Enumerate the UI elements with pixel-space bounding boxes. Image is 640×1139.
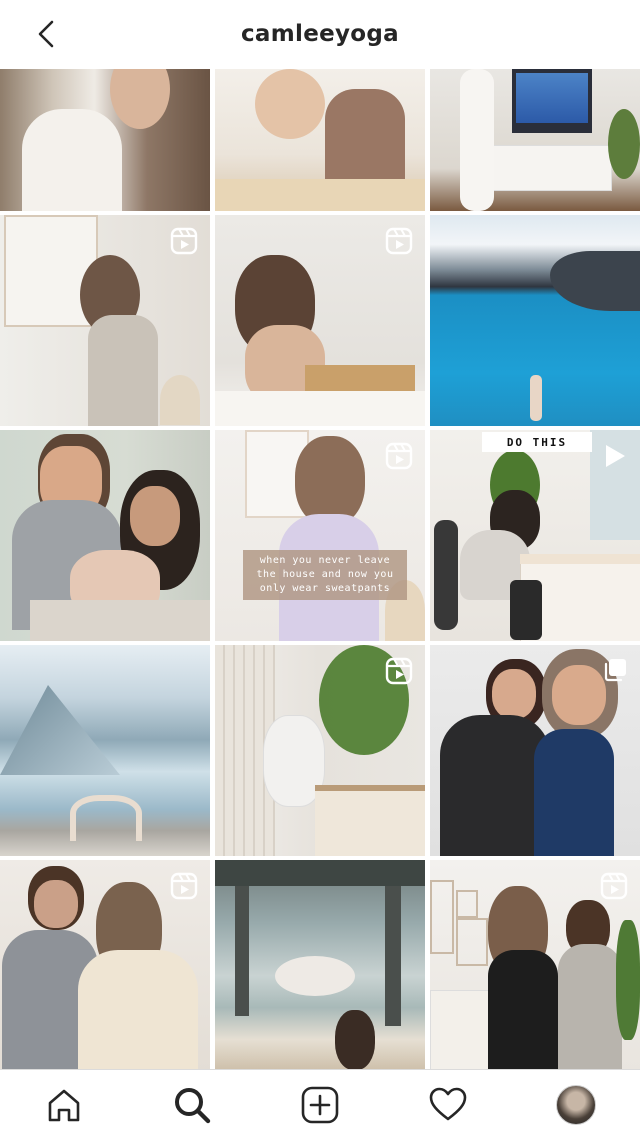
- top-bar: camleeyoga: [0, 0, 640, 68]
- chevron-left-icon: [38, 20, 54, 48]
- post-tile[interactable]: [430, 645, 640, 856]
- reels-icon: [170, 872, 198, 900]
- post-tile[interactable]: [0, 645, 210, 856]
- reels-icon: [385, 442, 413, 470]
- video-play-icon: [606, 445, 625, 467]
- avatar: [556, 1084, 596, 1125]
- post-tile[interactable]: when you never leave the house and now y…: [215, 430, 425, 641]
- tab-profile[interactable]: [554, 1083, 598, 1127]
- bottom-tab-bar: [0, 1069, 640, 1139]
- post-tile[interactable]: [215, 215, 425, 426]
- tab-search[interactable]: [170, 1083, 214, 1127]
- post-banner: DO THIS: [482, 432, 592, 452]
- search-icon: [175, 1087, 211, 1123]
- post-caption: when you never leave the house and now y…: [243, 550, 407, 600]
- post-tile[interactable]: [0, 69, 210, 211]
- reels-icon: [385, 657, 413, 685]
- reels-icon: [385, 227, 413, 255]
- post-tile[interactable]: [215, 645, 425, 856]
- post-tile[interactable]: [0, 430, 210, 641]
- carousel-icon: [604, 659, 626, 682]
- post-tile[interactable]: [215, 69, 425, 211]
- reels-icon: [600, 872, 628, 900]
- post-tile[interactable]: [430, 69, 640, 211]
- plus-square-icon: [301, 1086, 339, 1123]
- reels-icon: [170, 227, 198, 255]
- posts-grid: when you never leave the house and now y…: [0, 69, 640, 1071]
- tab-create[interactable]: [298, 1083, 342, 1127]
- post-tile[interactable]: [215, 860, 425, 1071]
- tab-activity[interactable]: [426, 1083, 470, 1127]
- home-icon: [48, 1089, 80, 1121]
- back-button[interactable]: [26, 14, 66, 54]
- heart-icon: [429, 1087, 467, 1120]
- profile-username-title: camleeyoga: [241, 21, 399, 47]
- post-tile[interactable]: [0, 215, 210, 426]
- post-tile[interactable]: [430, 860, 640, 1071]
- post-tile[interactable]: DO THIS: [430, 430, 640, 641]
- post-tile[interactable]: [430, 215, 640, 426]
- post-tile[interactable]: [0, 860, 210, 1071]
- tab-home[interactable]: [42, 1083, 86, 1127]
